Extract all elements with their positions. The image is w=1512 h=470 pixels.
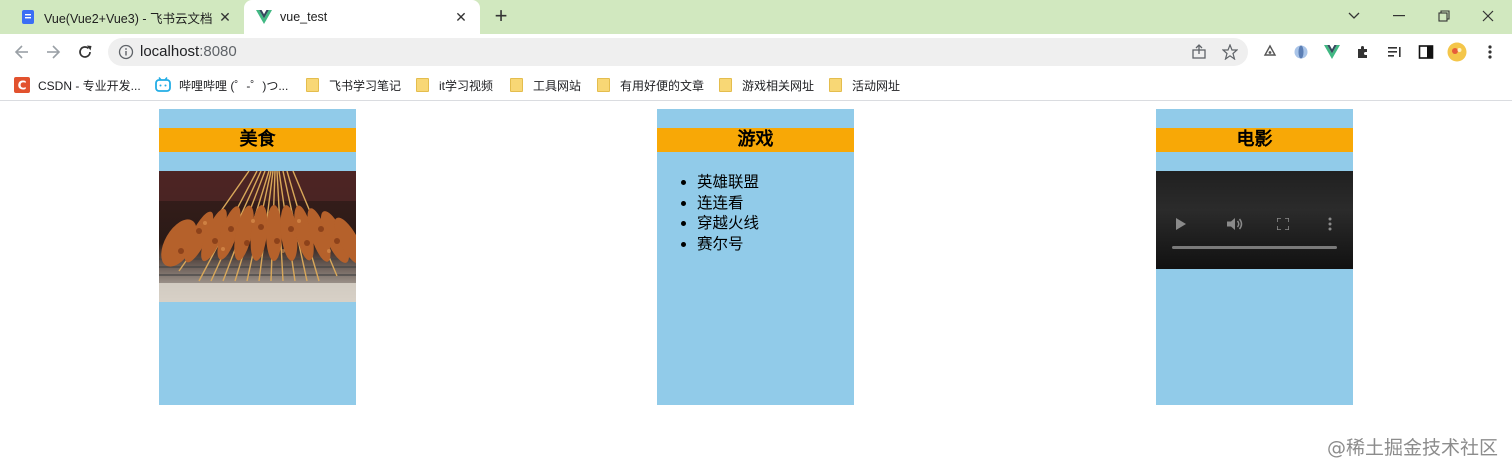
browser-tab-vue-test[interactable]: vue_test ✕ <box>244 0 480 34</box>
recycle-extension-icon[interactable] <box>1260 42 1280 62</box>
fullscreen-icon[interactable] <box>1274 215 1292 233</box>
forward-arrow-icon[interactable] <box>41 40 65 64</box>
address-bar[interactable]: localhost:8080 <box>108 38 1248 66</box>
category-card-games: 游戏 英雄联盟 连连看 穿越火线 赛尔号 <box>657 109 854 405</box>
close-tab-icon[interactable]: ✕ <box>216 8 234 26</box>
play-icon[interactable] <box>1172 215 1190 233</box>
puzzle-extensions-icon[interactable] <box>1353 42 1373 62</box>
bookmark-star-icon[interactable] <box>1221 43 1239 61</box>
card-title: 电影 <box>1156 128 1353 152</box>
list-item: 英雄联盟 <box>697 172 759 193</box>
bookmark-folder-tools[interactable]: 工具网站 <box>509 75 581 95</box>
new-tab-button[interactable]: + <box>489 5 513 28</box>
list-item: 连连看 <box>697 193 759 214</box>
close-window-button[interactable] <box>1468 0 1508 32</box>
folder-icon <box>509 77 525 93</box>
bookmark-label: 游戏相关网址 <box>742 78 815 93</box>
card-title: 美食 <box>159 128 356 152</box>
category-card-movies: 电影 <box>1156 109 1353 405</box>
bookmark-folder-games[interactable]: 游戏相关网址 <box>718 75 814 95</box>
list-item: 穿越火线 <box>697 213 759 234</box>
bookmark-label: 工具网站 <box>533 78 582 93</box>
bookmark-label: CSDN - 专业开发... <box>38 78 141 93</box>
bookmark-label: 活动网址 <box>852 78 901 93</box>
vue-logo-icon <box>256 9 272 25</box>
bookmark-bilibili[interactable]: 哔哩哔哩 (゜-゜)つ... <box>155 75 288 95</box>
url-port: :8080 <box>199 43 237 60</box>
bookmark-folder-articles[interactable]: 有用好便的文章 <box>596 75 704 95</box>
video-player[interactable] <box>1156 171 1353 269</box>
food-image <box>159 171 356 302</box>
sphere-extension-icon[interactable] <box>1291 42 1311 62</box>
url-text: localhost:8080 <box>140 43 237 60</box>
back-arrow-icon[interactable] <box>10 40 34 64</box>
kebab-menu-icon[interactable] <box>1480 42 1500 62</box>
folder-icon <box>718 77 734 93</box>
bilibili-icon <box>155 77 171 93</box>
tab-search-chevron-icon[interactable] <box>1334 0 1374 32</box>
vue-devtools-icon[interactable] <box>1322 42 1342 62</box>
folder-icon <box>415 77 431 93</box>
list-item: 赛尔号 <box>697 234 759 255</box>
tab-title: Vue(Vue2+Vue3) - 飞书云文档 <box>44 11 213 26</box>
folder-icon <box>596 77 612 93</box>
browser-toolbar: localhost:8080 <box>0 34 1512 70</box>
profile-avatar[interactable] <box>1447 42 1467 62</box>
bookmark-folder-it-videos[interactable]: it学习视频 <box>415 75 493 95</box>
bookmark-label: it学习视频 <box>439 78 494 93</box>
browser-tab-strip: Vue(Vue2+Vue3) - 飞书云文档 ✕ vue_test ✕ + <box>0 0 1512 34</box>
video-progress-track[interactable] <box>1172 246 1337 249</box>
bookmark-label: 飞书学习笔记 <box>329 78 402 93</box>
restore-button[interactable] <box>1424 0 1464 32</box>
page-viewport: 美食 游戏 • 英雄联盟 • 连连看 • 穿越火线 • 赛尔号 电影 @稀土掘金… <box>0 102 1512 470</box>
browser-tab-feishu[interactable]: Vue(Vue2+Vue3) - 飞书云文档 ✕ <box>8 0 244 34</box>
video-more-options-icon[interactable] <box>1321 215 1339 233</box>
bookmark-label: 哔哩哔哩 (゜-゜)つ... <box>179 78 289 93</box>
tab-title: vue_test <box>280 10 328 24</box>
card-title: 游戏 <box>657 128 854 152</box>
close-tab-icon[interactable]: ✕ <box>452 8 470 26</box>
folder-icon <box>828 77 844 93</box>
game-list: 英雄联盟 连连看 穿越火线 赛尔号 <box>697 172 759 254</box>
share-icon[interactable] <box>1190 43 1208 61</box>
reload-icon[interactable] <box>73 40 97 64</box>
svg-text:C: C <box>18 79 27 93</box>
bookmark-folder-events[interactable]: 活动网址 <box>828 75 900 95</box>
site-info-icon[interactable] <box>118 44 134 60</box>
watermark: @稀土掘金技术社区 <box>1326 437 1498 459</box>
folder-icon <box>305 77 321 93</box>
feishu-doc-icon <box>20 9 36 25</box>
bookmarks-bar: C CSDN - 专业开发... 哔哩哔哩 (゜-゜)つ... 飞书学习笔记 i… <box>0 70 1512 101</box>
bookmark-label: 有用好便的文章 <box>620 78 705 93</box>
bookmark-folder-feishu-notes[interactable]: 飞书学习笔记 <box>305 75 401 95</box>
side-panel-icon[interactable] <box>1416 42 1436 62</box>
reading-list-icon[interactable] <box>1385 42 1405 62</box>
bookmark-csdn[interactable]: C CSDN - 专业开发... <box>14 75 141 95</box>
volume-icon[interactable] <box>1226 215 1244 233</box>
category-card-food: 美食 <box>159 109 356 405</box>
csdn-icon: C <box>14 77 30 93</box>
url-host: localhost <box>140 43 200 60</box>
minimize-button[interactable] <box>1379 0 1419 32</box>
